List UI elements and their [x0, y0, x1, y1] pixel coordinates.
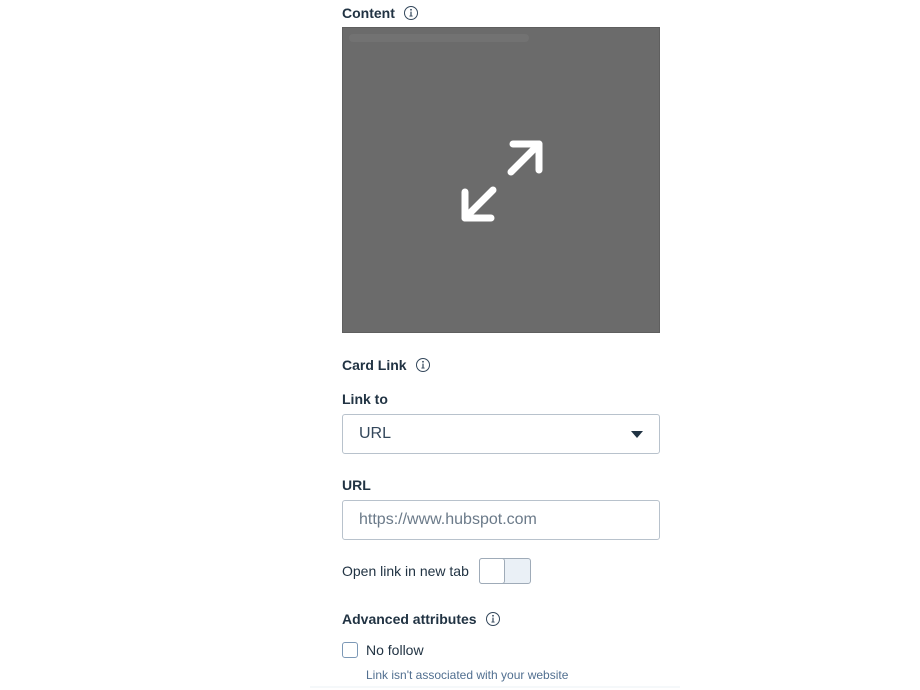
- advanced-attributes-label: Advanced attributes: [342, 609, 501, 629]
- link-to-label-text: Link to: [342, 391, 388, 407]
- no-follow-checkbox[interactable]: [342, 642, 358, 658]
- info-icon[interactable]: [415, 357, 431, 373]
- expand-icon[interactable]: [457, 136, 547, 226]
- card-link-label-text: Card Link: [342, 357, 407, 373]
- open-new-tab-label: Open link in new tab: [342, 563, 469, 579]
- caret-down-icon: [631, 430, 643, 438]
- open-new-tab-toggle[interactable]: [478, 558, 531, 584]
- url-input[interactable]: [342, 500, 660, 540]
- content-preview[interactable]: [342, 27, 660, 333]
- card-link-section-label: Card Link: [342, 355, 431, 375]
- preview-blurred-text: [349, 34, 529, 42]
- url-label-text: URL: [342, 477, 371, 493]
- bottom-divider: [310, 686, 680, 688]
- link-to-selected-value: URL: [359, 425, 392, 442]
- no-follow-label[interactable]: No follow: [366, 642, 424, 658]
- info-icon[interactable]: [485, 611, 501, 627]
- link-to-select[interactable]: URL: [342, 414, 660, 454]
- no-follow-help-text: Link isn't associated with your website: [366, 668, 569, 682]
- no-follow-row: No follow: [342, 642, 424, 658]
- advanced-attributes-label-text: Advanced attributes: [342, 611, 477, 627]
- open-new-tab-row: Open link in new tab: [342, 558, 531, 584]
- toggle-knob: [478, 558, 505, 584]
- link-to-label: Link to: [342, 389, 388, 409]
- content-section-label: Content: [342, 3, 419, 23]
- content-label-text: Content: [342, 5, 395, 21]
- url-label: URL: [342, 475, 371, 495]
- info-icon[interactable]: [403, 5, 419, 21]
